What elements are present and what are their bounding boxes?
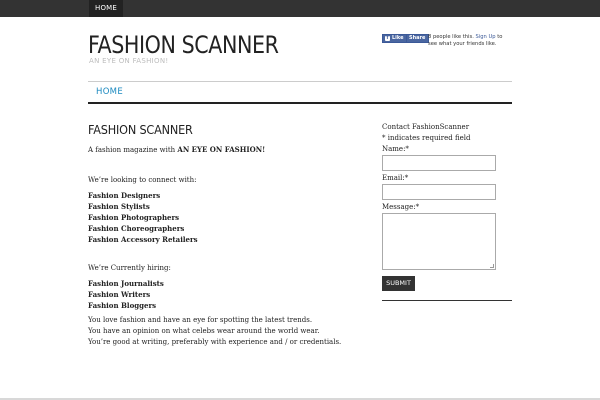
message-label: Message:*: [382, 203, 420, 211]
facebook-like-widget: f Like Share 8 people like this. Sign Up…: [382, 34, 512, 48]
top-home-link[interactable]: HOME: [89, 0, 124, 17]
list-item: Fashion Writers: [88, 290, 151, 299]
site-tagline: AN EYE ON FASHION!: [89, 57, 169, 65]
facebook-icon: f: [385, 35, 390, 41]
list-item: Fashion Stylists: [88, 202, 150, 211]
top-bar: HOME: [0, 0, 600, 17]
facebook-like-button[interactable]: f Like: [382, 34, 408, 43]
main-nav: HOME: [88, 81, 512, 104]
submit-button[interactable]: SUBMIT: [382, 276, 415, 291]
closing-line: You’re good at writing, preferably with …: [88, 338, 342, 346]
connect-heading: We’re looking to connect with:: [88, 176, 197, 184]
list-item: Fashion Designers: [88, 191, 161, 200]
facebook-share-button[interactable]: Share: [406, 34, 430, 43]
list-item: Fashion Choreographers: [88, 224, 185, 233]
name-label: Name:*: [382, 145, 409, 153]
resize-handle-icon[interactable]: [490, 264, 494, 268]
intro-paragraph: A fashion magazine with AN EYE ON FASHIO…: [88, 144, 265, 156]
required-note: * indicates required field: [382, 134, 471, 142]
intro-text: A fashion magazine with: [88, 146, 176, 154]
main-content: FASHION SCANNER A fashion magazine with …: [88, 122, 358, 346]
list-item: Fashion Journalists: [88, 279, 164, 288]
nav-item-home[interactable]: HOME: [96, 87, 123, 97]
facebook-signup-link[interactable]: Sign Up: [476, 34, 496, 40]
form-title: Contact FashionScanner: [382, 123, 470, 131]
message-textarea[interactable]: [382, 213, 496, 270]
closing-line: You have an opinion on what celebs wear …: [88, 327, 320, 335]
facebook-like-text: 8 people like this. Sign Up to see what …: [428, 34, 510, 47]
name-field[interactable]: [382, 155, 496, 171]
facebook-like-label: Like: [392, 35, 404, 41]
hiring-heading: We’re Currently hiring:: [88, 264, 171, 272]
page-title: FASHION SCANNER: [88, 122, 193, 137]
list-item: Fashion Photographers: [88, 213, 180, 222]
sidebar-divider: [382, 300, 512, 301]
intro-bold-text: AN EYE ON FASHION!: [177, 145, 266, 154]
closing-line: You love fashion and have an eye for spo…: [88, 316, 313, 324]
email-field[interactable]: [382, 184, 496, 200]
list-item: Fashion Accessory Retailers: [88, 235, 198, 244]
list-item: Fashion Bloggers: [88, 301, 157, 310]
facebook-like-count-text: 8 people like this.: [428, 34, 474, 40]
email-label: Email:*: [382, 174, 409, 182]
